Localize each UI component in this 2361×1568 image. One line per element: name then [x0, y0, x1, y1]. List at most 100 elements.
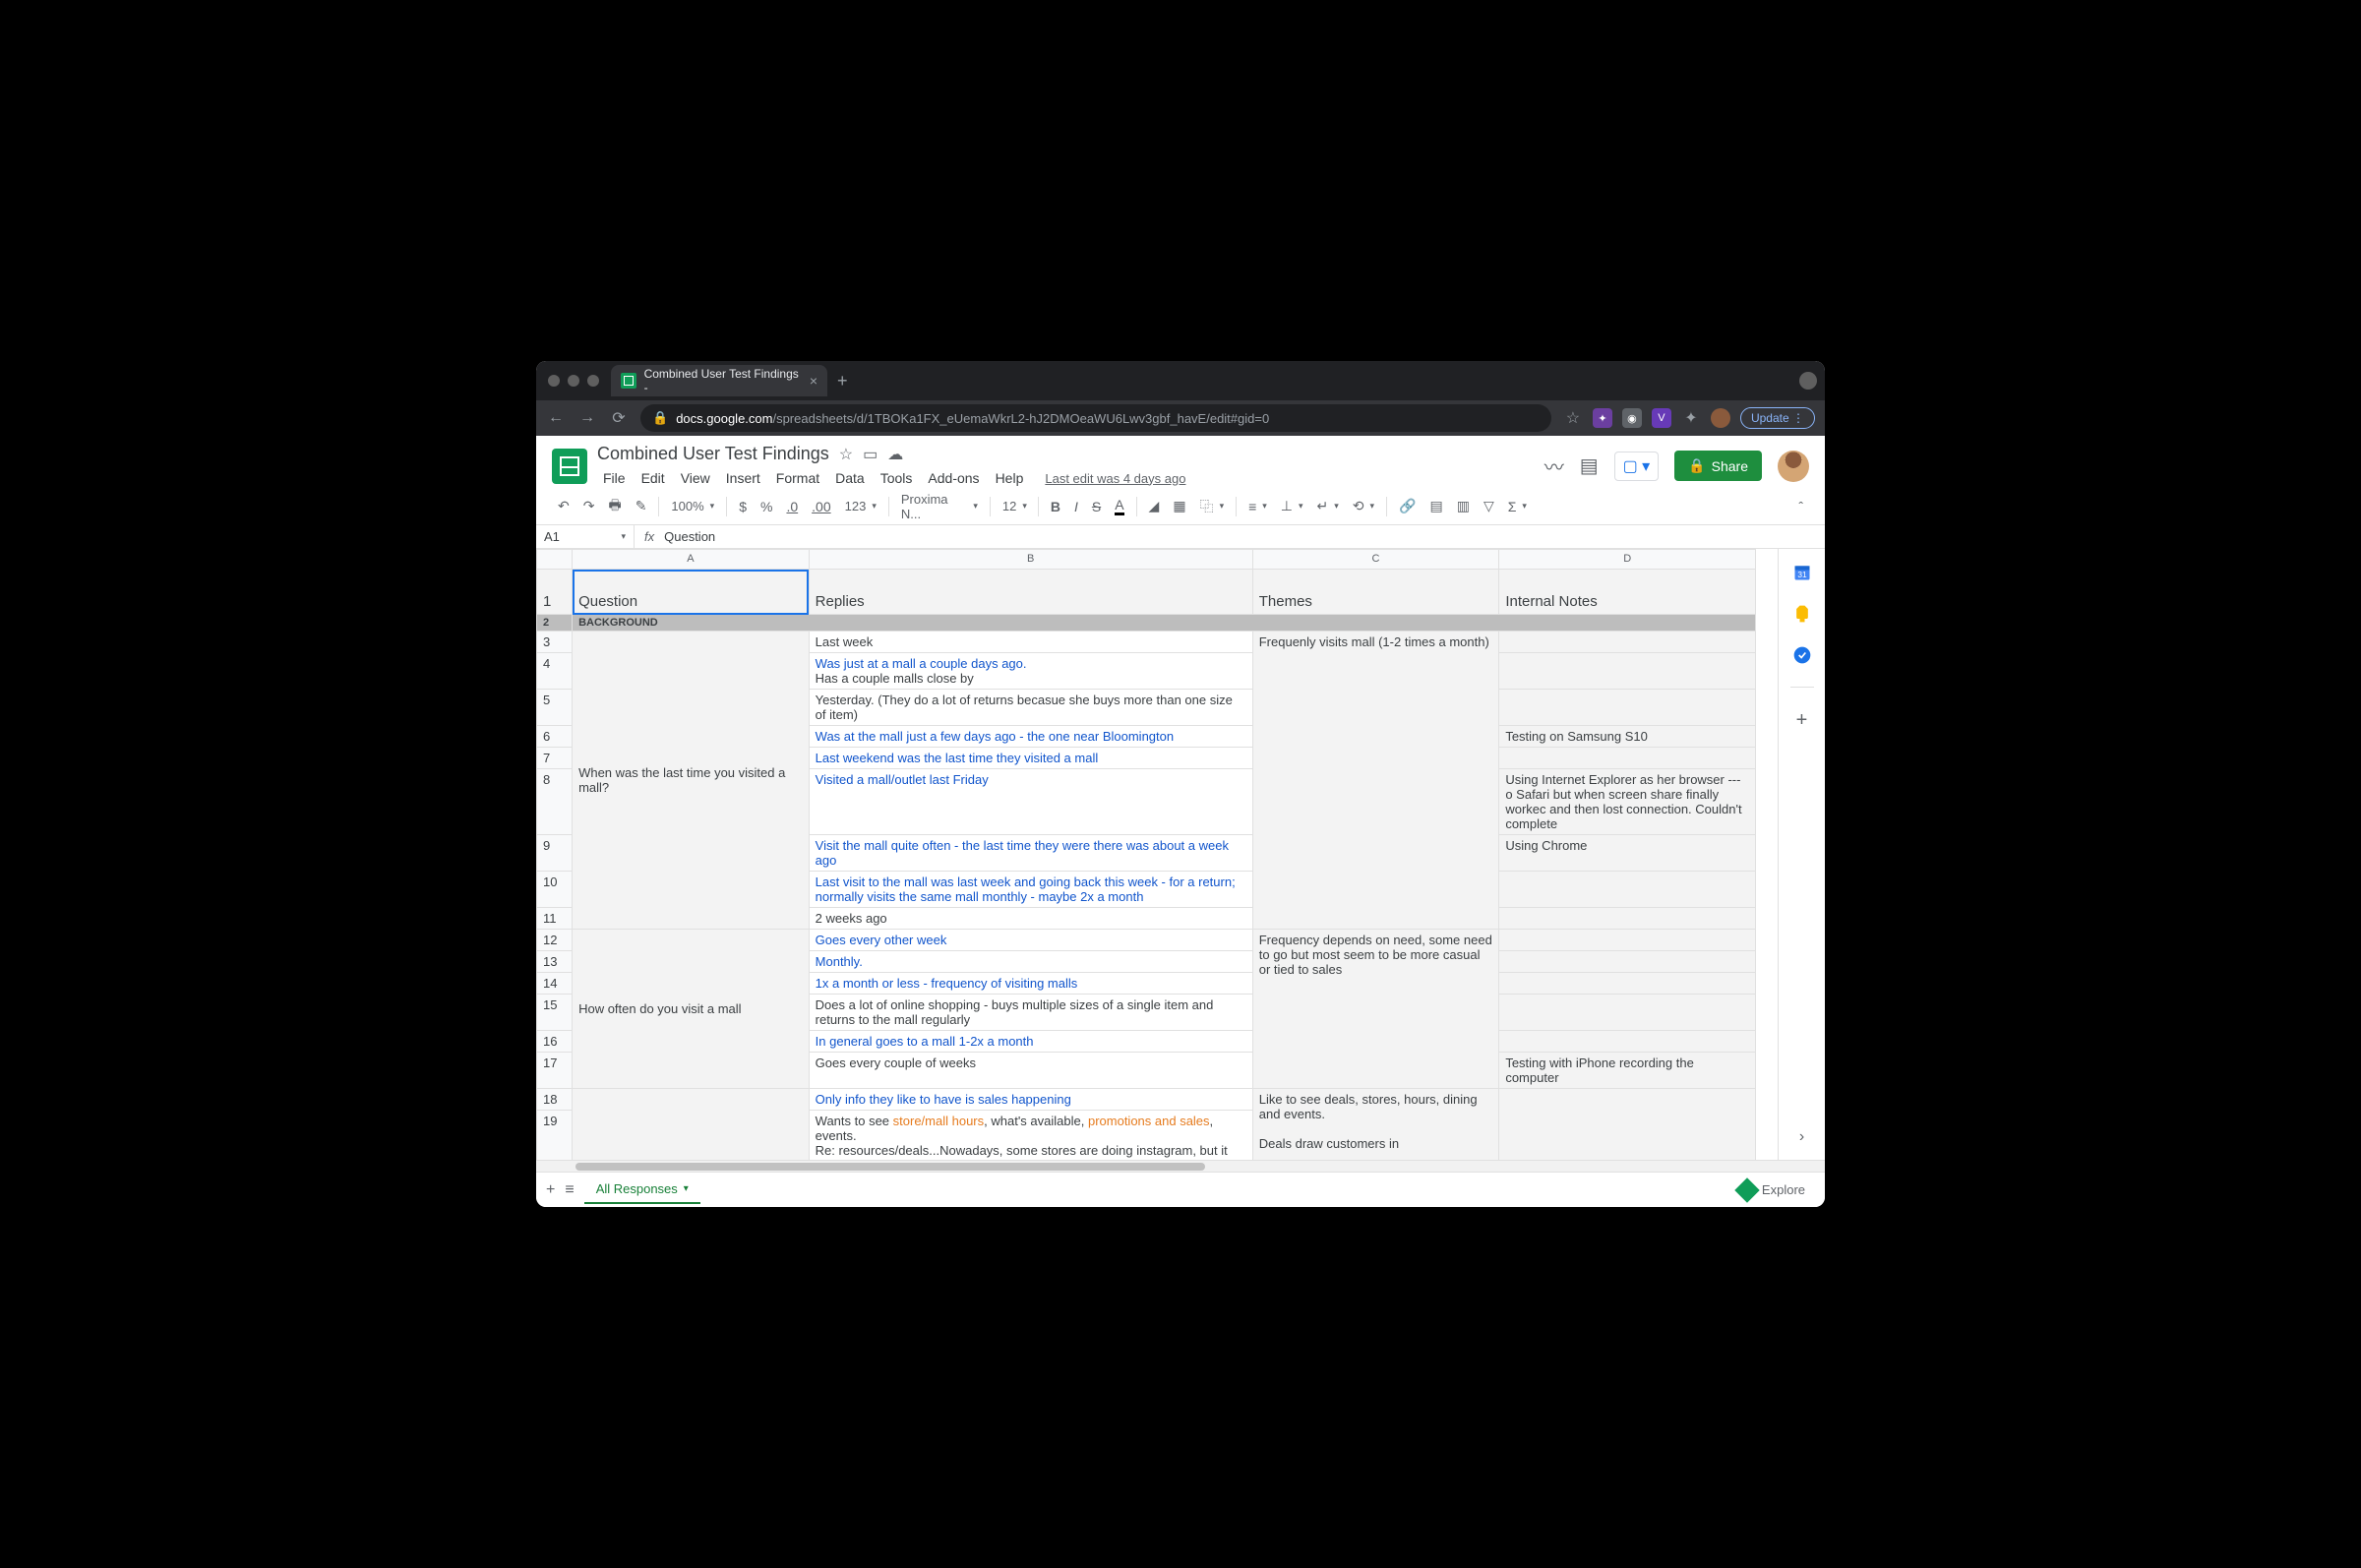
cell[interactable]: Like to see deals, stores, hours, dining…	[1252, 1089, 1499, 1161]
cell[interactable]	[1499, 1089, 1756, 1161]
wrap-button[interactable]: ↵	[1311, 495, 1345, 517]
cell[interactable]: 2 weeks ago	[809, 908, 1252, 930]
cell[interactable]: Visited a mall/outlet last Friday	[809, 769, 1252, 835]
cell[interactable]: Testing on Samsung S10	[1499, 726, 1756, 748]
cell[interactable]	[1499, 632, 1756, 653]
menu-format[interactable]: Format	[770, 468, 825, 488]
add-sheet-button[interactable]: +	[546, 1181, 555, 1199]
hide-panel-icon[interactable]: ›	[1792, 1128, 1812, 1148]
comments-icon[interactable]: ▤	[1580, 453, 1599, 478]
merge-button[interactable]: ⿻	[1194, 494, 1231, 519]
menu-data[interactable]: Data	[829, 468, 871, 488]
cell[interactable]: Frequency depends on need, some need to …	[1252, 930, 1499, 1089]
col-header-b[interactable]: B	[809, 550, 1252, 570]
link-button[interactable]: 🔗	[1393, 495, 1422, 517]
cell[interactable]	[1499, 1031, 1756, 1053]
row-header[interactable]: 16	[537, 1031, 573, 1053]
cell[interactable]: When was the last time you visited a mal…	[573, 632, 810, 930]
cell[interactable]	[1499, 995, 1756, 1031]
cell[interactable]: Yesterday. (They do a lot of returns bec…	[809, 690, 1252, 726]
undo-button[interactable]: ↶	[552, 495, 575, 517]
cell[interactable]	[1499, 908, 1756, 930]
row-header[interactable]: 7	[537, 748, 573, 769]
percent-button[interactable]: %	[755, 496, 778, 517]
document-title[interactable]: Combined User Test Findings	[597, 444, 829, 464]
cell[interactable]: Last visit to the mall was last week and…	[809, 872, 1252, 908]
minimize-window-icon[interactable]	[568, 375, 579, 387]
cell[interactable]: Goes every other week	[809, 930, 1252, 951]
col-header-d[interactable]: D	[1499, 550, 1756, 570]
row-header[interactable]: 10	[537, 872, 573, 908]
v-align-button[interactable]: ⊥	[1275, 495, 1309, 517]
cell[interactable]: 1x a month or less - frequency of visiti…	[809, 973, 1252, 995]
all-sheets-button[interactable]: ≡	[565, 1181, 574, 1199]
cell[interactable]: Question	[573, 570, 810, 615]
close-tab-icon[interactable]: ×	[810, 373, 817, 389]
row-header[interactable]: 5	[537, 690, 573, 726]
menu-view[interactable]: View	[675, 468, 716, 488]
cell[interactable]: Was just at a mall a couple days ago.Has…	[809, 653, 1252, 690]
decrease-decimal-button[interactable]: .0	[780, 496, 804, 517]
menu-help[interactable]: Help	[990, 468, 1030, 488]
font-select[interactable]: Proxima N...	[895, 489, 984, 524]
col-header-c[interactable]: C	[1252, 550, 1499, 570]
menu-addons[interactable]: Add-ons	[922, 468, 985, 488]
font-size-select[interactable]: 12	[997, 496, 1032, 516]
fill-color-button[interactable]: ◢	[1143, 495, 1166, 517]
keep-icon[interactable]	[1792, 604, 1812, 624]
chart-button[interactable]: ▥	[1451, 495, 1476, 517]
row-header[interactable]: 3	[537, 632, 573, 653]
cell[interactable]: Replies	[809, 570, 1252, 615]
redo-button[interactable]: ↷	[577, 495, 601, 517]
comment-button[interactable]: ▤	[1424, 495, 1449, 517]
row-header[interactable]: 12	[537, 930, 573, 951]
cell[interactable]: Frequenly visits mall (1-2 times a month…	[1252, 632, 1499, 930]
formula-input[interactable]: Question	[664, 529, 715, 544]
cell[interactable]: Last weekend was the last time they visi…	[809, 748, 1252, 769]
cell[interactable]: How often do you visit a mall	[573, 930, 810, 1089]
row-header[interactable]: 13	[537, 951, 573, 973]
browser-tab[interactable]: Combined User Test Findings - ×	[611, 365, 827, 396]
sheet-tab[interactable]: All Responses ▾	[584, 1176, 700, 1204]
h-align-button[interactable]: ≡	[1242, 496, 1273, 517]
cell[interactable]: Using Internet Explorer as her browser -…	[1499, 769, 1756, 835]
increase-decimal-button[interactable]: .00	[806, 496, 836, 517]
meet-button[interactable]: ▢ ▾	[1614, 452, 1660, 481]
row-header[interactable]: 18	[537, 1089, 573, 1111]
menu-edit[interactable]: Edit	[636, 468, 671, 488]
cell[interactable]: Testing with iPhone recording the comput…	[1499, 1053, 1756, 1089]
cell[interactable]: Wants to see store/mall hours, what's av…	[809, 1111, 1252, 1161]
cell[interactable]	[1499, 973, 1756, 995]
calendar-icon[interactable]: 31	[1792, 563, 1812, 582]
move-icon[interactable]: ▭	[863, 445, 878, 464]
cell[interactable]: Goes every couple of weeks	[809, 1053, 1252, 1089]
profile-avatar-icon[interactable]	[1711, 408, 1730, 428]
cell[interactable]	[1499, 951, 1756, 973]
text-color-button[interactable]: A	[1109, 494, 1129, 518]
row-header[interactable]: 4	[537, 653, 573, 690]
cell[interactable]	[573, 1089, 810, 1161]
reload-button[interactable]: ⟳	[609, 408, 629, 428]
back-button[interactable]: ←	[546, 409, 566, 427]
row-header[interactable]: 17	[537, 1053, 573, 1089]
row-header[interactable]: 15	[537, 995, 573, 1031]
spreadsheet-grid[interactable]: A B C D 1QuestionRepliesThemesInternal N…	[536, 549, 1778, 1160]
cell[interactable]: Only info they like to have is sales hap…	[809, 1089, 1252, 1111]
add-addon-icon[interactable]: +	[1792, 709, 1812, 729]
italic-button[interactable]: I	[1068, 496, 1084, 517]
forward-button[interactable]: →	[577, 409, 597, 427]
horizontal-scrollbar[interactable]	[536, 1160, 1825, 1172]
extension-icon[interactable]: ◉	[1622, 408, 1642, 428]
extension-icon[interactable]: V	[1652, 408, 1671, 428]
more-formats-button[interactable]: 123	[839, 496, 882, 516]
collapse-toolbar-button[interactable]: ˆ	[1792, 496, 1809, 517]
row-header[interactable]: 11	[537, 908, 573, 930]
cell[interactable]	[1499, 930, 1756, 951]
new-tab-button[interactable]: +	[837, 371, 848, 392]
rotate-button[interactable]: ⟲	[1347, 495, 1380, 517]
cell[interactable]: In general goes to a mall 1-2x a month	[809, 1031, 1252, 1053]
star-icon[interactable]: ☆	[839, 445, 853, 464]
row-header[interactable]: 6	[537, 726, 573, 748]
cell[interactable]: Internal Notes	[1499, 570, 1756, 615]
row-header[interactable]: 1	[537, 570, 573, 615]
